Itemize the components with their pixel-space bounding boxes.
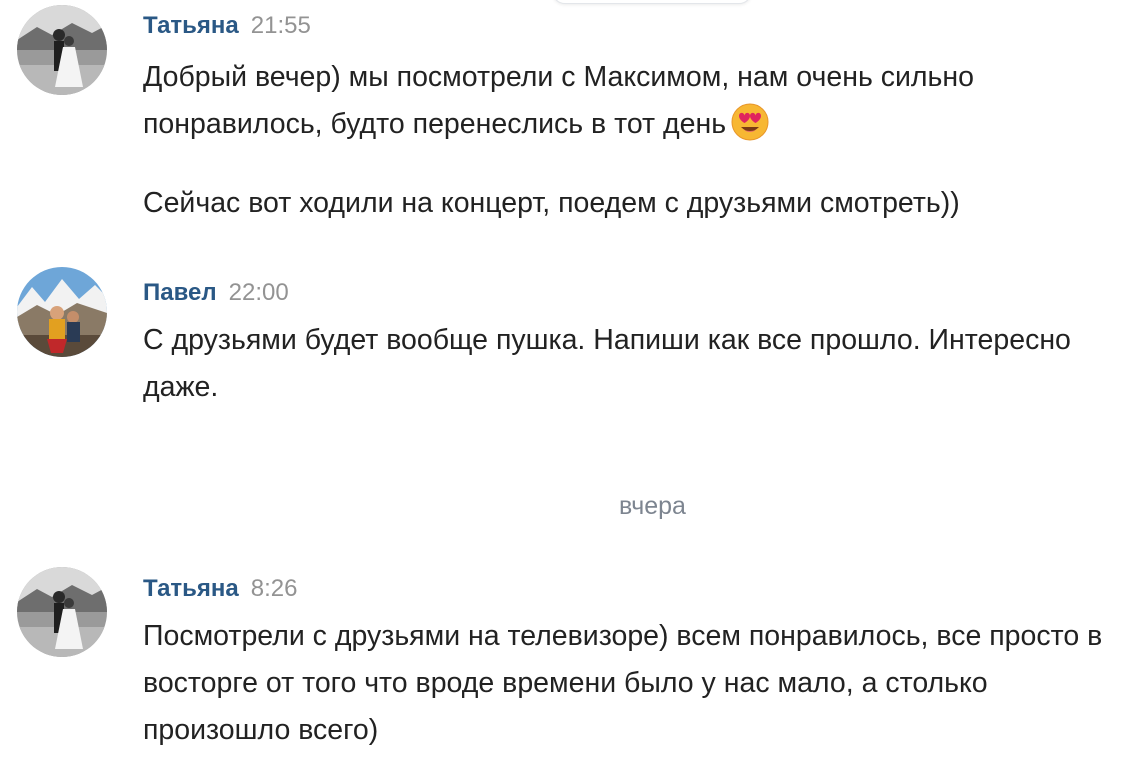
message-time[interactable]: 22:00 [229, 279, 289, 306]
message-time[interactable]: 21:55 [251, 12, 311, 39]
avatar-pavel[interactable] [17, 267, 107, 357]
avatar-tatiana[interactable] [17, 567, 107, 657]
avatar-photo-wedding [17, 5, 107, 95]
message-text: Добрый вечер) мы посмотрели с Максимом, … [143, 54, 1128, 227]
avatar-photo-mountains [17, 267, 107, 357]
floating-date-pill [552, 0, 752, 4]
message-text-line: Добрый вечер) мы посмотрели с Максимом, … [143, 61, 974, 140]
message-time[interactable]: 8:26 [251, 575, 298, 602]
message-text: С друзьями будет вообще пушка. Напиши ка… [143, 324, 1071, 403]
avatar-tatiana[interactable] [17, 5, 107, 95]
message-author[interactable]: Павел [143, 279, 217, 306]
date-separator-label: вчера [619, 492, 686, 520]
message-author[interactable]: Татьяна [143, 12, 239, 39]
date-separator: вчера [0, 492, 1139, 521]
avatar-photo-wedding [17, 567, 107, 657]
message-text: Посмотрели с друзьями на телевизоре) все… [143, 620, 1103, 746]
heart-eyes-emoji-icon [730, 102, 770, 142]
message-author[interactable]: Татьяна [143, 575, 239, 602]
message-text-line: Сейчас вот ходили на концерт, поедем с д… [143, 187, 960, 219]
